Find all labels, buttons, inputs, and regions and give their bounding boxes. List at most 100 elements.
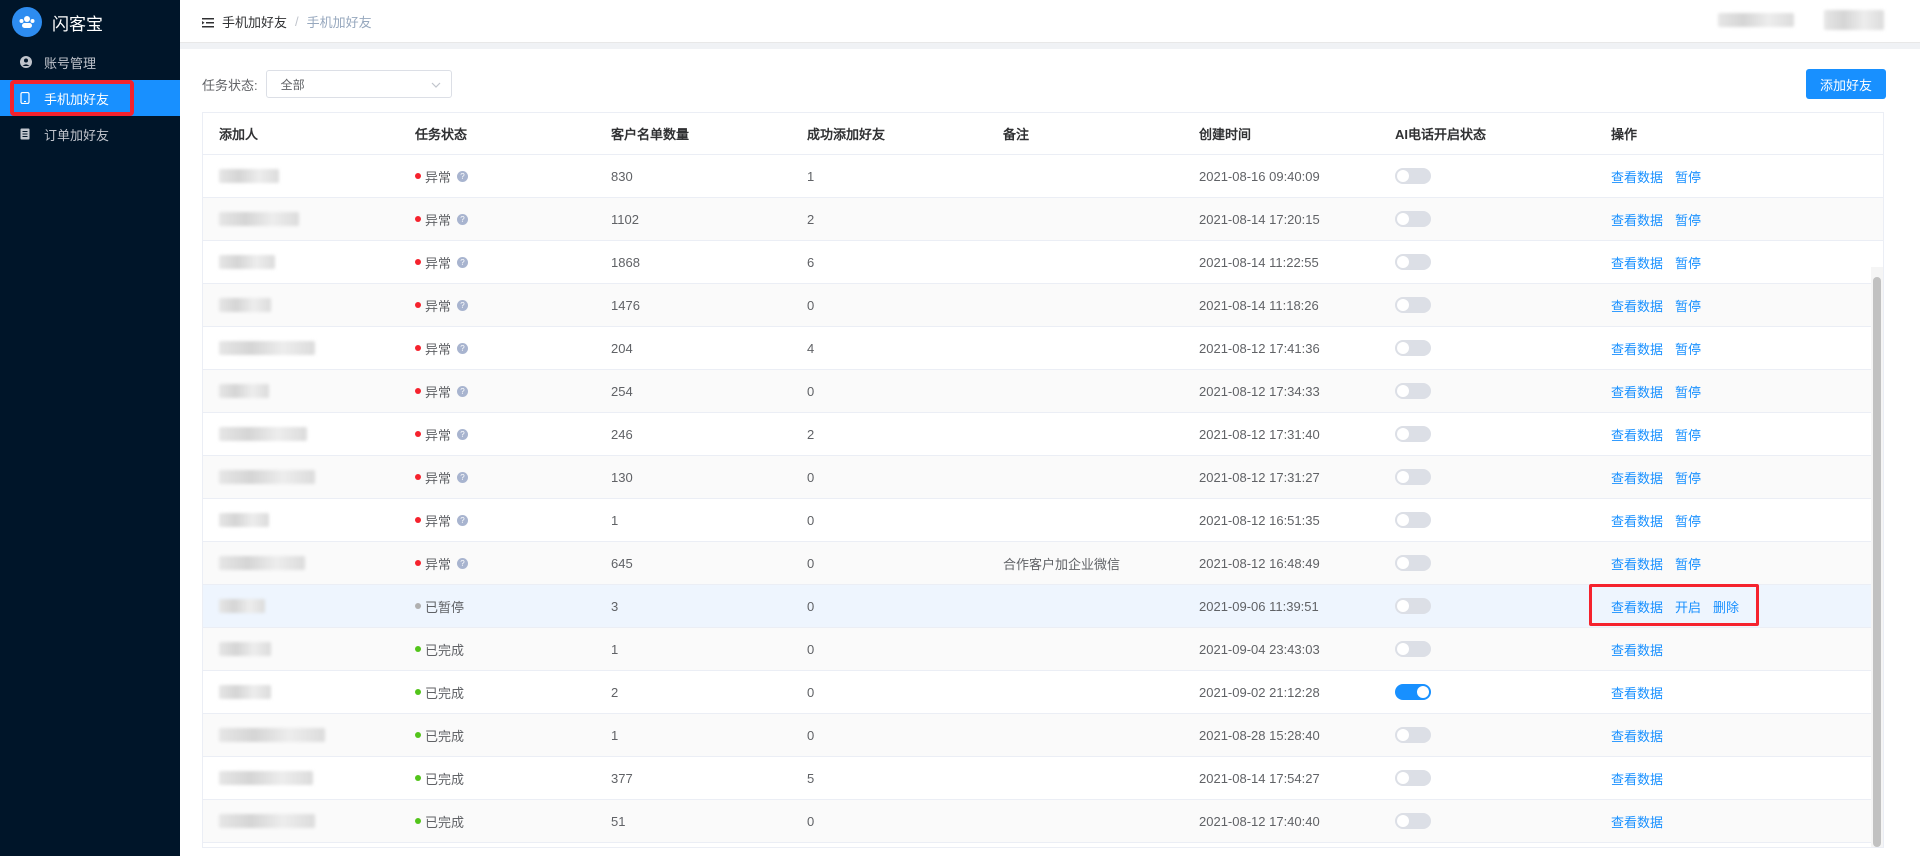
question-icon[interactable]: ? [457,213,469,225]
ai-call-toggle[interactable] [1395,813,1431,829]
ai-call-toggle[interactable] [1395,211,1431,227]
question-icon[interactable]: ? [457,299,469,311]
view-data-link[interactable]: 查看数据 [1611,425,1663,444]
table-row[interactable]: 已完成 51 0 2021-08-12 17:40:40 查看数据 [203,800,1883,843]
ai-call-toggle[interactable] [1395,555,1431,571]
toggle-knob [1397,600,1409,612]
pause-link[interactable]: 暂停 [1675,167,1701,186]
table-row[interactable]: 异常? 204 4 2021-08-12 17:41:36 查看数据 暂停 [203,327,1883,370]
status-cell: 异常? [399,167,595,186]
table-row[interactable]: 异常? 130 0 2021-08-12 17:31:27 查看数据 暂停 [203,456,1883,499]
table-row[interactable]: 已完成 1 0 2021-08-28 15:28:40 查看数据 [203,714,1883,757]
created-time-cell: 2021-09-04 23:43:03 [1199,641,1320,657]
app-logo[interactable]: 闪客宝 [0,0,180,44]
view-data-link[interactable]: 查看数据 [1611,812,1663,831]
table-row[interactable]: 异常? 254 0 2021-08-12 17:34:33 查看数据 暂停 [203,370,1883,413]
sidebar-item-account-management[interactable]: 账号管理 [0,44,180,80]
status-cell: 异常? [399,382,595,401]
status-text: 异常 [425,212,452,228]
table-row[interactable]: 已暂停 3 0 2021-09-06 11:39:51 查看数据 开启 删除 [203,584,1883,628]
sidebar-item-order-add-friend[interactable]: 订单加好友 [0,116,180,152]
sidebar-item-phone-add-friend[interactable]: 手机加好友 [0,80,180,116]
tasks-table: 添加人 任务状态 客户名单数量 成功添加好友 备注 创建时间 AI电话开启状态 … [202,112,1884,848]
pause-link[interactable]: 暂停 [1675,511,1701,530]
question-icon[interactable]: ? [457,342,469,354]
ai-call-cell [1379,254,1595,270]
ai-call-toggle[interactable] [1395,297,1431,313]
view-data-link[interactable]: 查看数据 [1611,511,1663,530]
actions-cell: 查看数据 暂停 [1595,253,1865,272]
table-row[interactable]: 已完成 377 5 2021-08-14 17:54:27 查看数据 [203,757,1883,800]
view-data-link[interactable]: 查看数据 [1611,339,1663,358]
pause-link[interactable]: 暂停 [1675,210,1701,229]
user-profile[interactable] [1718,10,1884,30]
question-icon[interactable]: ? [457,256,469,268]
adder-cell [203,427,399,441]
ai-call-toggle[interactable] [1395,168,1431,184]
table-row[interactable]: 异常? 1868 6 2021-08-14 11:22:55 查看数据 暂停 [203,241,1883,284]
task-status-select[interactable]: 全部 [265,70,452,98]
view-data-link[interactable]: 查看数据 [1611,726,1663,745]
ai-call-toggle[interactable] [1395,383,1431,399]
table-row[interactable]: 异常? 246 2 2021-08-12 17:31:40 查看数据 暂停 [203,413,1883,456]
pause-link[interactable]: 暂停 [1675,296,1701,315]
question-icon[interactable]: ? [457,428,469,440]
ai-call-toggle[interactable] [1395,641,1431,657]
created-time-cell: 2021-08-14 11:18:26 [1199,297,1319,313]
table-row[interactable]: 异常? 830 1 2021-08-16 09:40:09 查看数据 暂停 [203,155,1883,198]
table-row[interactable]: 已完成 1 0 2021-09-04 23:43:03 查看数据 [203,628,1883,671]
pause-link[interactable]: 暂停 [1675,253,1701,272]
view-data-link[interactable]: 查看数据 [1611,296,1663,315]
ai-call-toggle[interactable] [1395,770,1431,786]
pause-link[interactable]: 暂停 [1675,339,1701,358]
pause-link[interactable]: 暂停 [1675,425,1701,444]
ai-call-toggle[interactable] [1395,512,1431,528]
ai-call-toggle[interactable] [1395,727,1431,743]
view-data-link[interactable]: 查看数据 [1611,167,1663,186]
view-data-link[interactable]: 查看数据 [1611,253,1663,272]
scrollbar-thumb[interactable] [1873,277,1881,847]
question-icon[interactable]: ? [457,557,469,569]
ai-call-toggle[interactable] [1395,426,1431,442]
view-data-link[interactable]: 查看数据 [1611,769,1663,788]
question-icon[interactable]: ? [457,514,469,526]
view-data-link[interactable]: 查看数据 [1611,683,1663,702]
blurred-adder-name [219,341,315,355]
ai-call-cell [1379,426,1595,442]
ai-call-toggle[interactable] [1395,684,1431,700]
view-data-link[interactable]: 查看数据 [1611,640,1663,659]
blurred-adder-name [219,513,269,527]
ai-call-toggle[interactable] [1395,469,1431,485]
ai-call-toggle[interactable] [1395,340,1431,356]
view-data-link[interactable]: 查看数据 [1611,382,1663,401]
ai-call-toggle[interactable] [1395,254,1431,270]
table-row[interactable]: 异常? 645 0 合作客户加企业微信 2021-08-12 16:48:49 查看数据暂… [203,542,1883,585]
toggle-knob [1397,557,1409,569]
status-cell: 异常? [399,511,595,530]
view-data-link[interactable]: 查看数据 [1611,210,1663,229]
pause-link[interactable]: 暂停 [1675,468,1701,487]
table-row[interactable]: 已完成 2 0 2021-09-02 21:12:28 查看数据 [203,671,1883,714]
menu-fold-icon[interactable] [202,16,214,28]
table-row[interactable]: 异常? 1476 0 2021-08-14 11:18:26 查看数据 暂停 [203,284,1883,327]
adder-cell [203,728,399,742]
status-text: 已完成 [425,642,465,658]
question-icon[interactable]: ? [457,471,469,483]
question-icon[interactable]: ? [457,385,469,397]
add-friend-button[interactable]: 添加好友 [1806,69,1886,99]
actions-cell: 查看数据 暂停 [1595,468,1865,487]
status-dot [415,259,421,265]
ai-call-toggle[interactable] [1395,598,1431,614]
table-row[interactable]: 异常? 1 0 2021-08-12 16:51:35 查看数据 暂停 [203,499,1883,542]
pause-link[interactable]: 暂停 [1675,554,1701,573]
pause-link[interactable]: 暂停 [1675,382,1701,401]
view-data-link[interactable]: 查看数据 [1611,468,1663,487]
view-data-link[interactable]: 查看数据 [1611,554,1663,573]
question-icon[interactable]: ? [457,170,469,182]
success-count-cell: 0 [807,598,815,614]
table-row[interactable]: 异常? 1102 2 2021-08-14 17:20:15 查看数据 暂停 [203,198,1883,241]
logo-icon [12,7,42,37]
adder-cell [203,513,399,527]
breadcrumb-first[interactable]: 手机加好友 [222,12,287,31]
vertical-scrollbar[interactable] [1871,267,1883,847]
